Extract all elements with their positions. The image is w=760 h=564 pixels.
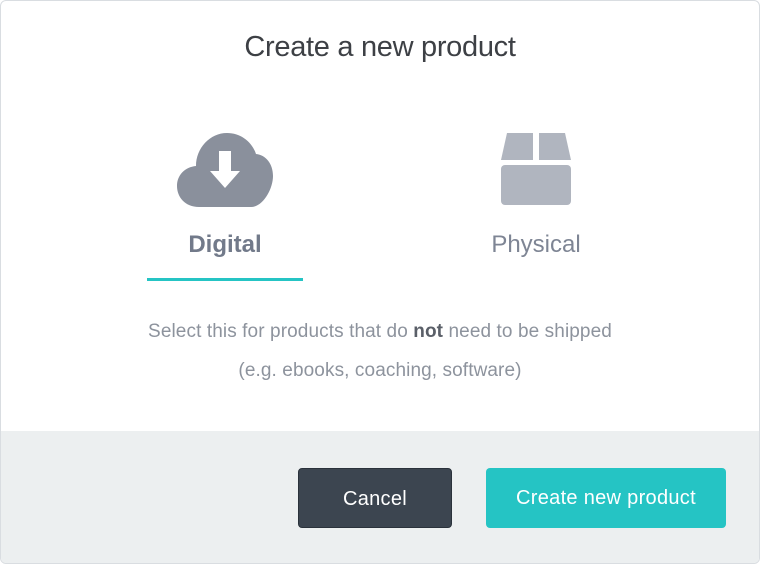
- option-digital[interactable]: Digital: [125, 133, 325, 283]
- option-digital-label: Digital: [188, 231, 262, 258]
- create-new-product-button[interactable]: Create new product: [486, 468, 726, 528]
- cloud-download-icon: [177, 133, 273, 212]
- create-product-dialog: Create a new product Digital Physical Se…: [0, 0, 760, 564]
- description-text-end: need to be shipped: [443, 321, 612, 342]
- description-emphasis: not: [413, 321, 444, 342]
- option-physical-label: Physical: [491, 231, 581, 258]
- dialog-footer: Cancel Create new product: [1, 431, 759, 563]
- description-line-2: (e.g. ebooks, coaching, software): [238, 360, 522, 381]
- dialog-title: Create a new product: [244, 31, 516, 63]
- cancel-button[interactable]: Cancel: [298, 468, 452, 528]
- option-physical[interactable]: Physical: [436, 133, 636, 283]
- selected-tab-underline: [147, 278, 303, 281]
- box-icon: [501, 133, 571, 210]
- description-text: Select this for products that do: [148, 321, 414, 342]
- description-line-1: Select this for products that do not nee…: [1, 321, 759, 343]
